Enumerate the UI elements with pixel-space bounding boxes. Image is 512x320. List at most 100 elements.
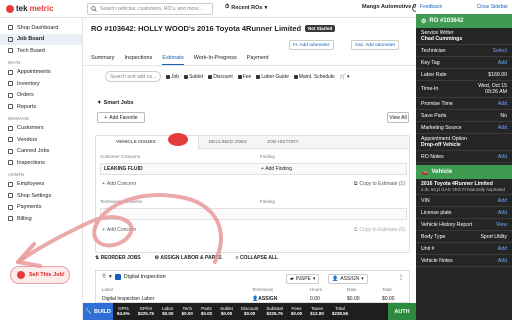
- tab-payment[interactable]: Payment: [247, 55, 269, 65]
- concern-row[interactable]: LEAKING FLUID + Add Finding: [100, 163, 407, 175]
- stat-value: $0.00: [200, 310, 213, 316]
- chevron-down-icon[interactable]: ▾: [109, 274, 112, 280]
- sidebar-item-employees[interactable]: Employees: [0, 179, 82, 191]
- collapse-all-button[interactable]: ≡ COLLAPSE ALL: [236, 255, 278, 261]
- labor-rate-label: Labor Rate: [421, 71, 447, 78]
- cart-button[interactable]: 🛒 ▾: [340, 74, 350, 80]
- key-tag-add-link[interactable]: Add: [498, 60, 507, 66]
- save-parts-label: Save Parts: [421, 112, 447, 119]
- sidebar-item-vendors[interactable]: Vendors: [0, 134, 82, 146]
- sidebar-item-job-board[interactable]: Job Board: [0, 33, 82, 45]
- sidebar-item-billing[interactable]: Billing: [0, 213, 82, 225]
- tab-declined-jobs[interactable]: DECLINED JOBS: [199, 136, 257, 149]
- tab-vehicle-issues[interactable]: VEHICLE ISSUES 1: [96, 132, 199, 149]
- save-parts-value[interactable]: No: [500, 113, 507, 119]
- labor-rate[interactable]: $0.00: [347, 296, 360, 302]
- ro-notes-add-link[interactable]: Add: [498, 154, 507, 160]
- add-discount-button[interactable]: Discount: [208, 73, 233, 80]
- assign-labor-parts-button[interactable]: ⚙ ASSIGN LABOR & PARTS: [155, 255, 222, 261]
- add-sublet-button[interactable]: Sublet: [184, 74, 203, 80]
- marketing-source-add-link[interactable]: Add: [498, 125, 507, 131]
- view-all-button[interactable]: View All: [387, 112, 409, 123]
- unit-number-add-link[interactable]: Add: [498, 246, 507, 252]
- recent-ros-button[interactable]: ⏱ Recent ROs ▾: [225, 4, 267, 11]
- authorize-button[interactable]: AUTH: [388, 303, 416, 320]
- build-button[interactable]: 🔧 BUILD: [83, 303, 113, 320]
- add-favorite-button[interactable]: + Add Favorite: [97, 112, 145, 123]
- tab-inspections[interactable]: Inspections: [125, 55, 153, 65]
- vehicle-notes-add-link[interactable]: Add: [498, 258, 507, 264]
- sublet-button-label: Sublet: [189, 73, 204, 80]
- add-fee-button[interactable]: Fee: [237, 74, 251, 80]
- labor-guide-button[interactable]: Labor Guide: [256, 74, 289, 80]
- license-plate-add-link[interactable]: Add: [498, 210, 507, 216]
- feedback-link[interactable]: Feedback: [420, 4, 442, 10]
- add-finding-link[interactable]: Add Finding: [265, 166, 292, 172]
- folder-icon: ▰: [290, 276, 294, 282]
- vin-add-link[interactable]: Add: [498, 198, 507, 204]
- ro-title: RO #103642: HOLLY WOOD's 2016 Toyota 4Ru…: [91, 24, 302, 33]
- inspection-dropdown[interactable]: ▰ INSPE ▾: [286, 274, 320, 284]
- sidebar-item-shop-settings[interactable]: Shop Settings: [0, 190, 82, 202]
- calendar-icon: [8, 69, 13, 75]
- odometer-in-button[interactable]: In: Add odometer: [289, 40, 334, 50]
- sidebar-item-canned-jobs[interactable]: Canned Jobs: [0, 146, 82, 158]
- sidebar-item-tech-board[interactable]: Tech Board: [0, 45, 82, 57]
- service-writer-row[interactable]: Service Writer Chad Cummings: [416, 28, 512, 45]
- tab-estimate[interactable]: Estimate: [162, 55, 184, 65]
- plus-icon: +: [102, 181, 105, 187]
- customer-concerns-label: Customer Concerns: [100, 154, 141, 159]
- vehicle-section-header[interactable]: 🚗 Vehicle: [416, 165, 512, 179]
- sidebar-item-shop-dashboard[interactable]: Shop Dashboard: [0, 22, 82, 34]
- ro-section-header[interactable]: ⚙ RO #103642: [416, 14, 512, 28]
- sidebar-item-payments[interactable]: Payments: [0, 202, 82, 214]
- labor-guide-icon: [256, 74, 261, 79]
- add-job-button[interactable]: Job: [166, 74, 179, 80]
- sidebar-item-orders[interactable]: Orders: [0, 90, 82, 102]
- view-all-label: View All: [389, 114, 407, 121]
- sidebar-item-label: Appointments: [17, 69, 51, 76]
- technician-select-link[interactable]: Select: [493, 48, 507, 54]
- add-tech-concern-button[interactable]: + Add Concern: [102, 227, 136, 233]
- close-sidebar-link[interactable]: Close Sidebar: [477, 4, 508, 10]
- discount-button-label: Discount: [213, 73, 233, 80]
- promise-time-add-link[interactable]: Add: [498, 101, 507, 107]
- finding-label-2: Finding: [260, 199, 275, 204]
- job-checkbox[interactable]: [114, 274, 121, 280]
- tab-job-history[interactable]: JOB HISTORY: [257, 136, 309, 149]
- tekmetric-logo[interactable]: tek metric: [6, 4, 54, 13]
- assign-dropdown[interactable]: 👤 ASSIGN ▾: [328, 274, 368, 284]
- stat-gp-hour: GP/Hr $225.75: [134, 306, 158, 317]
- tab-summary[interactable]: Summary: [91, 55, 115, 65]
- labor-assign-button[interactable]: 👤ASSIGN: [252, 296, 277, 302]
- labor-hours[interactable]: 0.00: [310, 296, 320, 302]
- tab-work-in-progress[interactable]: Work-In-Progress: [194, 55, 237, 65]
- copy-to-estimate-button[interactable]: ⧉ Copy to Estimate (1): [354, 181, 405, 187]
- logo-text-main: tek: [16, 4, 28, 13]
- estimate-search-input[interactable]: Search and add ca...: [105, 71, 161, 82]
- reorder-jobs-button[interactable]: ⇅ REORDER JOBS: [95, 255, 141, 261]
- sidebar-item-inventory[interactable]: Inventory: [0, 78, 82, 90]
- sidebar-item-reports[interactable]: Reports: [0, 101, 82, 113]
- drag-handle-icon[interactable]: ⠿: [102, 274, 106, 280]
- vehicle-history-view-link[interactable]: View: [496, 222, 507, 228]
- status-badge[interactable]: Not Started: [305, 25, 336, 32]
- sidebar-item-appointments[interactable]: Appointments: [0, 67, 82, 79]
- customer-concern-actions: + Add Concern ⧉ Copy to Estimate (1): [96, 181, 411, 187]
- add-concern-button[interactable]: + Add Concern: [102, 181, 136, 187]
- labor-name[interactable]: Digital Inspection Labor: [102, 296, 154, 302]
- more-options-icon[interactable]: ⋮: [398, 274, 404, 281]
- sidebar-item-inspections[interactable]: Inspections: [0, 157, 82, 169]
- odometer-out-button[interactable]: Out: Add odometer: [351, 40, 400, 50]
- truck-icon: [8, 137, 13, 143]
- sidebar-item-customers[interactable]: Customers: [0, 123, 82, 135]
- global-search-input[interactable]: Search vehicles, customers, RO's, and mo…: [87, 3, 213, 15]
- copy-to-estimate-tech-button[interactable]: ⧉ Copy to Estimate (0): [354, 227, 405, 233]
- time-in-value[interactable]: Wed, Oct 15 09:26 AM: [478, 83, 507, 95]
- sidebar-item-label: Job Board: [17, 36, 45, 43]
- sell-this-job-button[interactable]: Sell This Job!: [10, 266, 70, 284]
- labor-rate-value[interactable]: $169.00: [488, 72, 507, 78]
- vehicle-issues-panel: VEHICLE ISSUES 1 DECLINED JOBS JOB HISTOR…: [95, 132, 411, 253]
- appointment-option-row[interactable]: Appointment Option Drop-off Vehicle: [416, 134, 512, 151]
- maint-schedule-button[interactable]: Maint. Schedule: [293, 74, 335, 80]
